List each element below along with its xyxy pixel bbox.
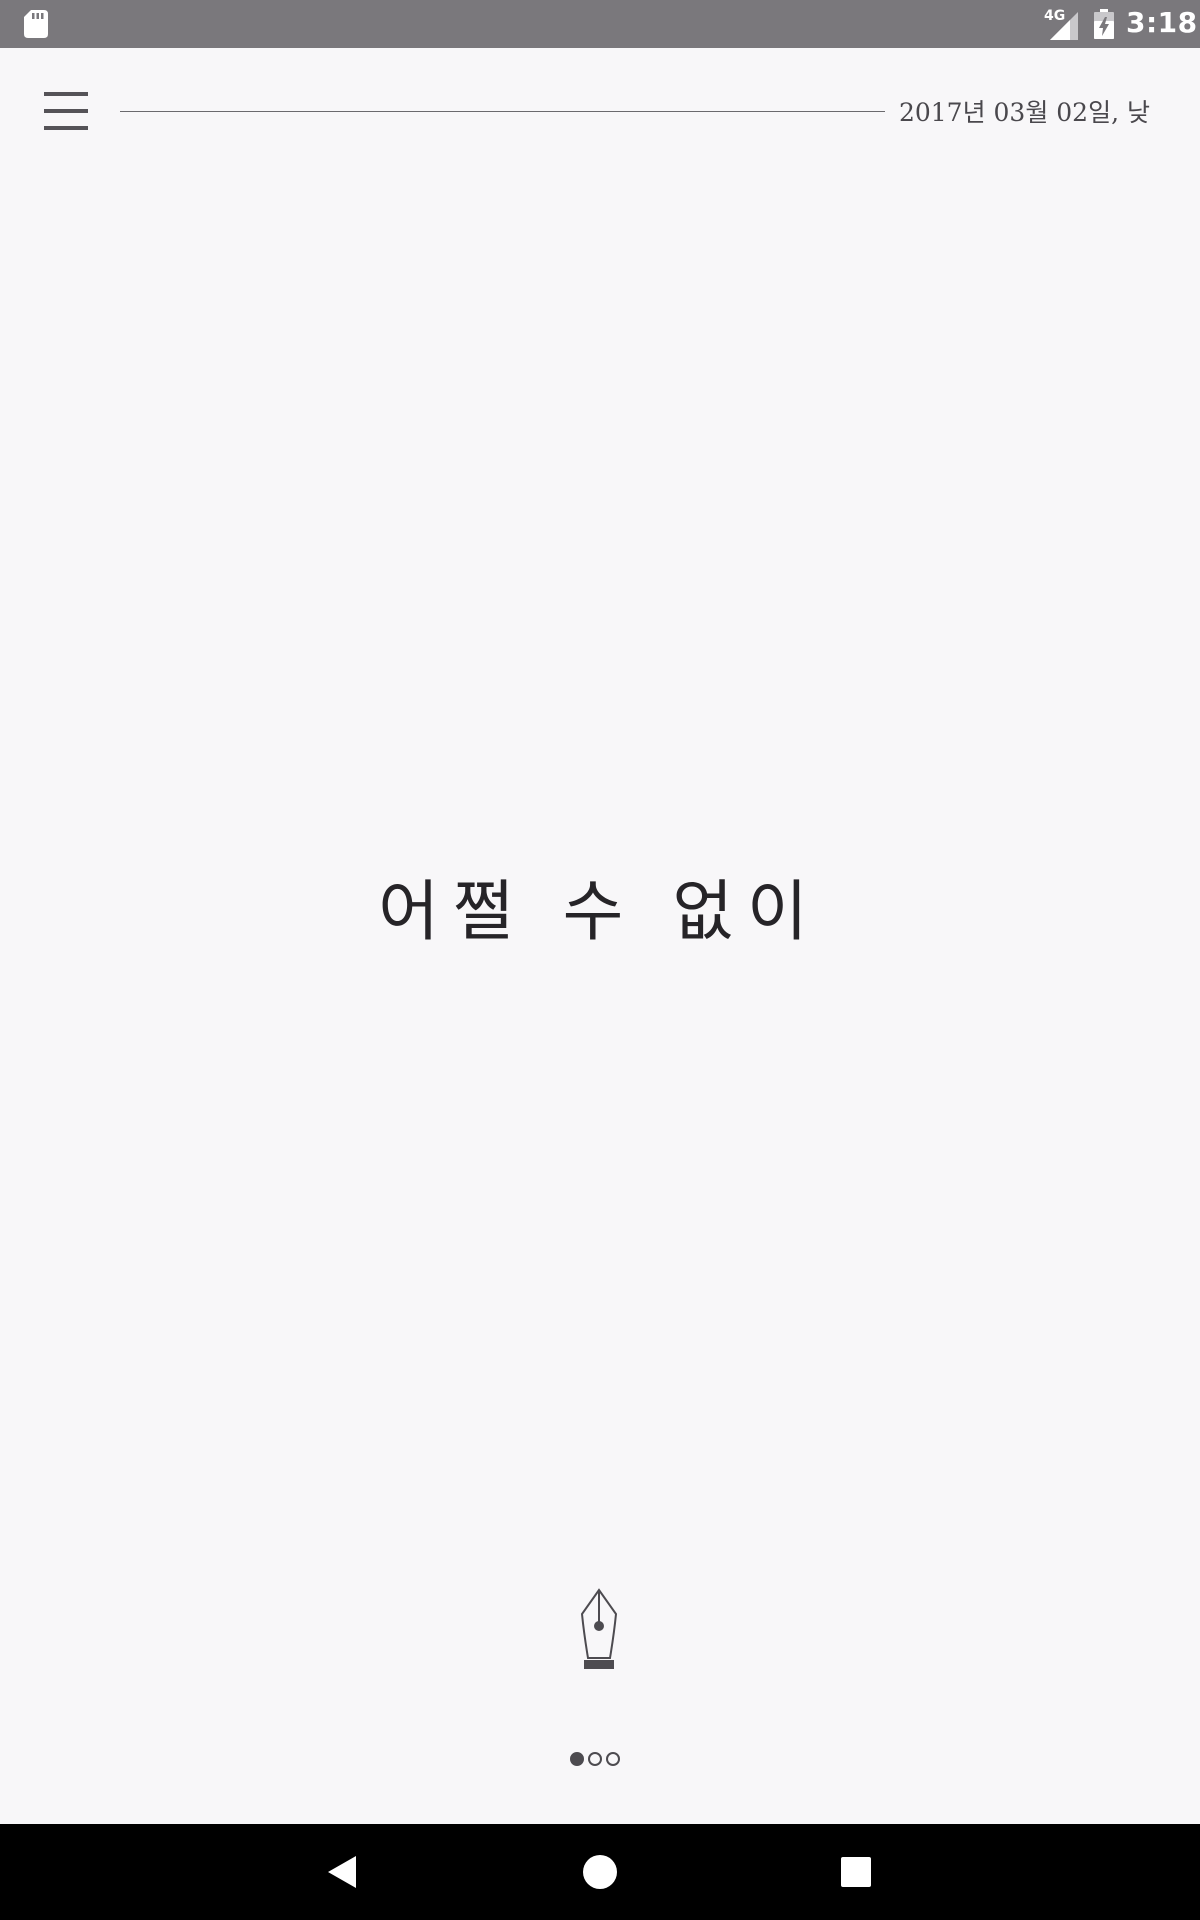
page-indicator bbox=[570, 1752, 620, 1768]
clock: 3:18 bbox=[1126, 6, 1198, 39]
page-dot-3[interactable] bbox=[606, 1752, 620, 1766]
status-bar: 4G 3:18 bbox=[0, 0, 1200, 48]
navigation-bar bbox=[0, 1824, 1200, 1920]
screen: 4G 3:18 2017년 03월 02일, 낮 어쩔 수 없이 bbox=[0, 0, 1200, 1920]
sd-card-icon bbox=[24, 10, 48, 38]
back-icon[interactable] bbox=[326, 1854, 362, 1890]
page-dot-1[interactable] bbox=[570, 1752, 584, 1766]
home-icon[interactable] bbox=[583, 1855, 617, 1889]
main-title: 어쩔 수 없이 bbox=[378, 873, 822, 950]
header-divider bbox=[120, 111, 885, 112]
signal-icon bbox=[1050, 12, 1078, 40]
page-dot-2[interactable] bbox=[588, 1752, 602, 1766]
menu-button[interactable] bbox=[34, 84, 98, 138]
hamburger-menu-icon bbox=[44, 92, 88, 130]
write-button[interactable] bbox=[562, 1582, 636, 1682]
recents-icon[interactable] bbox=[841, 1857, 871, 1887]
fountain-pen-icon bbox=[580, 1588, 618, 1669]
date-label: 2017년 03월 02일, 낮 bbox=[898, 98, 1150, 127]
battery-charging-icon bbox=[1094, 9, 1114, 39]
